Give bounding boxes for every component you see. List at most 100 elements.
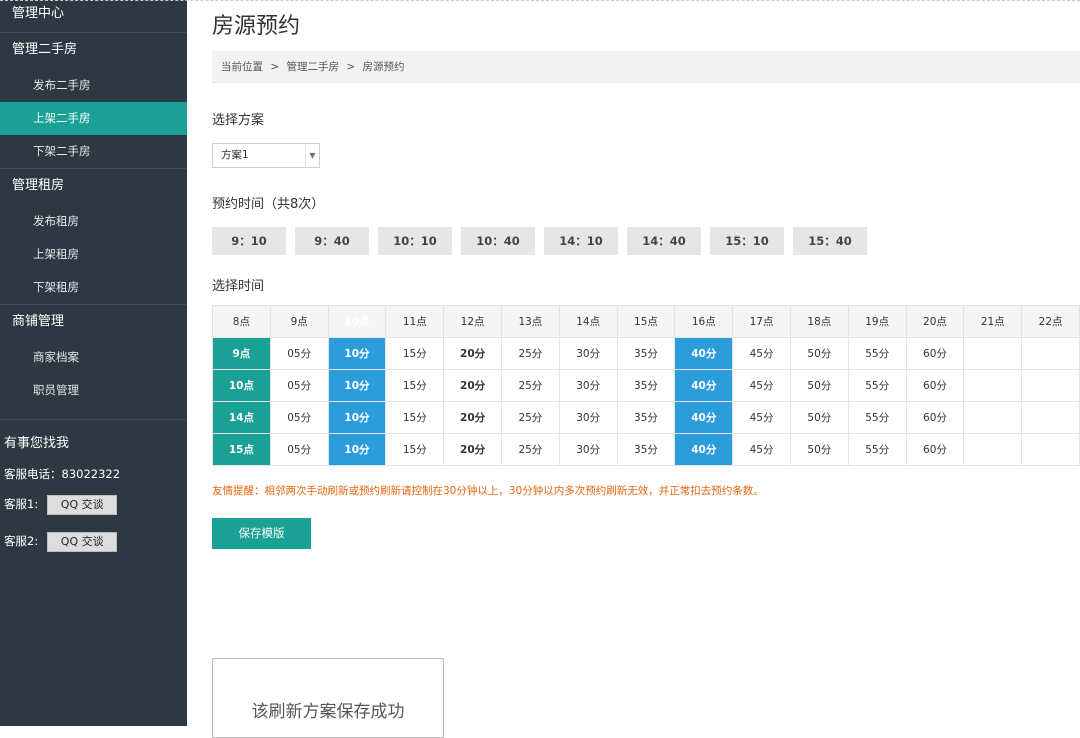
sidebar-item-staff[interactable]: 职员管理 — [0, 374, 187, 407]
breadcrumb-separator: > — [270, 61, 280, 73]
minute-cell-selected[interactable]: 10分 — [327, 433, 387, 466]
minute-cell[interactable]: 20分 — [443, 401, 502, 434]
breadcrumb-link[interactable]: 管理二手房 — [287, 61, 340, 73]
hour-cell[interactable]: 18点 — [789, 305, 849, 338]
sidebar-item-list-secondhand[interactable]: 上架二手房 — [0, 102, 187, 135]
sidebar-group-title[interactable]: 管理租房 — [0, 169, 187, 205]
chevron-down-icon: ▼ — [305, 144, 319, 167]
minute-cell-selected[interactable]: 40分 — [674, 369, 734, 402]
time-chip[interactable]: 15：40 — [793, 227, 867, 255]
minute-cell-selected[interactable]: 10分 — [327, 369, 387, 402]
minute-cell-selected[interactable]: 40分 — [674, 337, 734, 370]
sidebar-group-title[interactable]: 商铺管理 — [0, 305, 187, 341]
qq-chat-button[interactable]: QQ 交谈 — [47, 531, 118, 552]
minute-cell[interactable]: 25分 — [500, 337, 560, 370]
sidebar: 管理中心 管理二手房 发布二手房 上架二手房 下架二手房 管理租房 发布租房 上… — [0, 0, 187, 726]
minute-cell[interactable]: 35分 — [616, 337, 676, 370]
row-hour-cell[interactable]: 15点 — [212, 433, 271, 466]
minute-cell[interactable]: 05分 — [269, 401, 329, 434]
hour-cell[interactable]: 11点 — [385, 305, 445, 338]
row-hour-cell[interactable]: 10点 — [212, 369, 271, 402]
minute-cell[interactable]: 35分 — [616, 433, 676, 466]
sidebar-group-rental: 管理租房 发布租房 上架租房 下架租房 — [0, 169, 187, 305]
hour-cell[interactable]: 9点 — [269, 305, 329, 338]
minute-cell[interactable]: 60分 — [905, 369, 965, 402]
minute-cell[interactable]: 45分 — [732, 401, 791, 434]
hour-cell[interactable]: 16点 — [674, 305, 734, 338]
save-success-toast: 该刷新方案保存成功 — [212, 658, 444, 738]
minute-cell[interactable]: 30分 — [558, 433, 618, 466]
minute-cell[interactable]: 50分 — [789, 433, 849, 466]
sidebar-item-delist-secondhand[interactable]: 下架二手房 — [0, 135, 187, 168]
sidebar-item-list-rental[interactable]: 上架租房 — [0, 238, 187, 271]
times-label: 预约时间（共8次） — [212, 197, 325, 212]
minute-cell[interactable]: 05分 — [269, 369, 329, 402]
hour-cell[interactable]: 13点 — [500, 305, 560, 338]
minute-cell[interactable]: 35分 — [616, 369, 676, 402]
minute-cell[interactable]: 15分 — [385, 337, 445, 370]
minute-cell[interactable]: 45分 — [732, 369, 791, 402]
sidebar-item-publish-secondhand[interactable]: 发布二手房 — [0, 69, 187, 102]
minute-cell[interactable]: 25分 — [500, 433, 560, 466]
minute-cell[interactable]: 60分 — [905, 337, 965, 370]
minute-cell[interactable]: 05分 — [269, 433, 329, 466]
hour-cell[interactable]: 12点 — [443, 305, 502, 338]
minute-cell[interactable]: 20分 — [443, 433, 502, 466]
sidebar-group-title[interactable]: 管理二手房 — [0, 33, 187, 69]
time-chip[interactable]: 9：10 — [212, 227, 286, 255]
plan-select-value: 方案1 — [221, 149, 249, 161]
minute-cell[interactable]: 25分 — [500, 369, 560, 402]
minute-cell[interactable]: 55分 — [847, 401, 907, 434]
minute-cell[interactable]: 15分 — [385, 401, 445, 434]
time-chip[interactable]: 9：40 — [295, 227, 369, 255]
hour-cell[interactable]: 17点 — [732, 305, 791, 338]
sidebar-item-delist-rental[interactable]: 下架租房 — [0, 271, 187, 304]
empty-cell — [963, 401, 1023, 434]
minute-cell[interactable]: 35分 — [616, 401, 676, 434]
hour-cell[interactable]: 22点 — [1021, 305, 1080, 338]
hour-cell-selected[interactable]: 10点 — [327, 305, 387, 338]
minute-cell[interactable]: 50分 — [789, 401, 849, 434]
minute-cell[interactable]: 55分 — [847, 433, 907, 466]
sidebar-item-merchant-profile[interactable]: 商家档案 — [0, 341, 187, 374]
minute-cell[interactable]: 45分 — [732, 433, 791, 466]
minute-cell[interactable]: 15分 — [385, 433, 445, 466]
hour-cell[interactable]: 14点 — [558, 305, 618, 338]
minute-cell[interactable]: 50分 — [789, 369, 849, 402]
minute-cell[interactable]: 60分 — [905, 401, 965, 434]
plan-select[interactable]: 方案1 ▼ — [212, 143, 320, 168]
minute-cell[interactable]: 55分 — [847, 369, 907, 402]
time-chip[interactable]: 10：40 — [461, 227, 535, 255]
sidebar-group-secondhand: 管理二手房 发布二手房 上架二手房 下架二手房 — [0, 33, 187, 169]
row-hour-cell[interactable]: 14点 — [212, 401, 271, 434]
hour-cell[interactable]: 15点 — [616, 305, 676, 338]
time-chip[interactable]: 10：10 — [378, 227, 452, 255]
minute-cell[interactable]: 20分 — [443, 369, 502, 402]
time-chip[interactable]: 14：40 — [627, 227, 701, 255]
minute-cell[interactable]: 55分 — [847, 337, 907, 370]
hour-cell[interactable]: 21点 — [963, 305, 1023, 338]
hour-cell[interactable]: 8点 — [212, 305, 271, 338]
minute-cell[interactable]: 30分 — [558, 337, 618, 370]
minute-cell-selected[interactable]: 40分 — [674, 401, 734, 434]
hour-cell[interactable]: 19点 — [847, 305, 907, 338]
minute-cell-selected[interactable]: 10分 — [327, 401, 387, 434]
row-hour-cell[interactable]: 9点 — [212, 337, 271, 370]
minute-cell[interactable]: 15分 — [385, 369, 445, 402]
minute-cell-selected[interactable]: 10分 — [327, 337, 387, 370]
sidebar-item-publish-rental[interactable]: 发布租房 — [0, 205, 187, 238]
minute-cell[interactable]: 20分 — [443, 337, 502, 370]
minute-cell[interactable]: 50分 — [789, 337, 849, 370]
minute-cell[interactable]: 45分 — [732, 337, 791, 370]
time-chip[interactable]: 14：10 — [544, 227, 618, 255]
minute-cell[interactable]: 30分 — [558, 369, 618, 402]
save-template-button[interactable]: 保存模版 — [212, 518, 311, 549]
time-chip[interactable]: 15：10 — [710, 227, 784, 255]
minute-cell[interactable]: 05分 — [269, 337, 329, 370]
minute-cell[interactable]: 60分 — [905, 433, 965, 466]
minute-cell[interactable]: 25分 — [500, 401, 560, 434]
minute-cell-selected[interactable]: 40分 — [674, 433, 734, 466]
qq-chat-button[interactable]: QQ 交谈 — [47, 494, 118, 515]
minute-cell[interactable]: 30分 — [558, 401, 618, 434]
hour-cell[interactable]: 20点 — [905, 305, 965, 338]
